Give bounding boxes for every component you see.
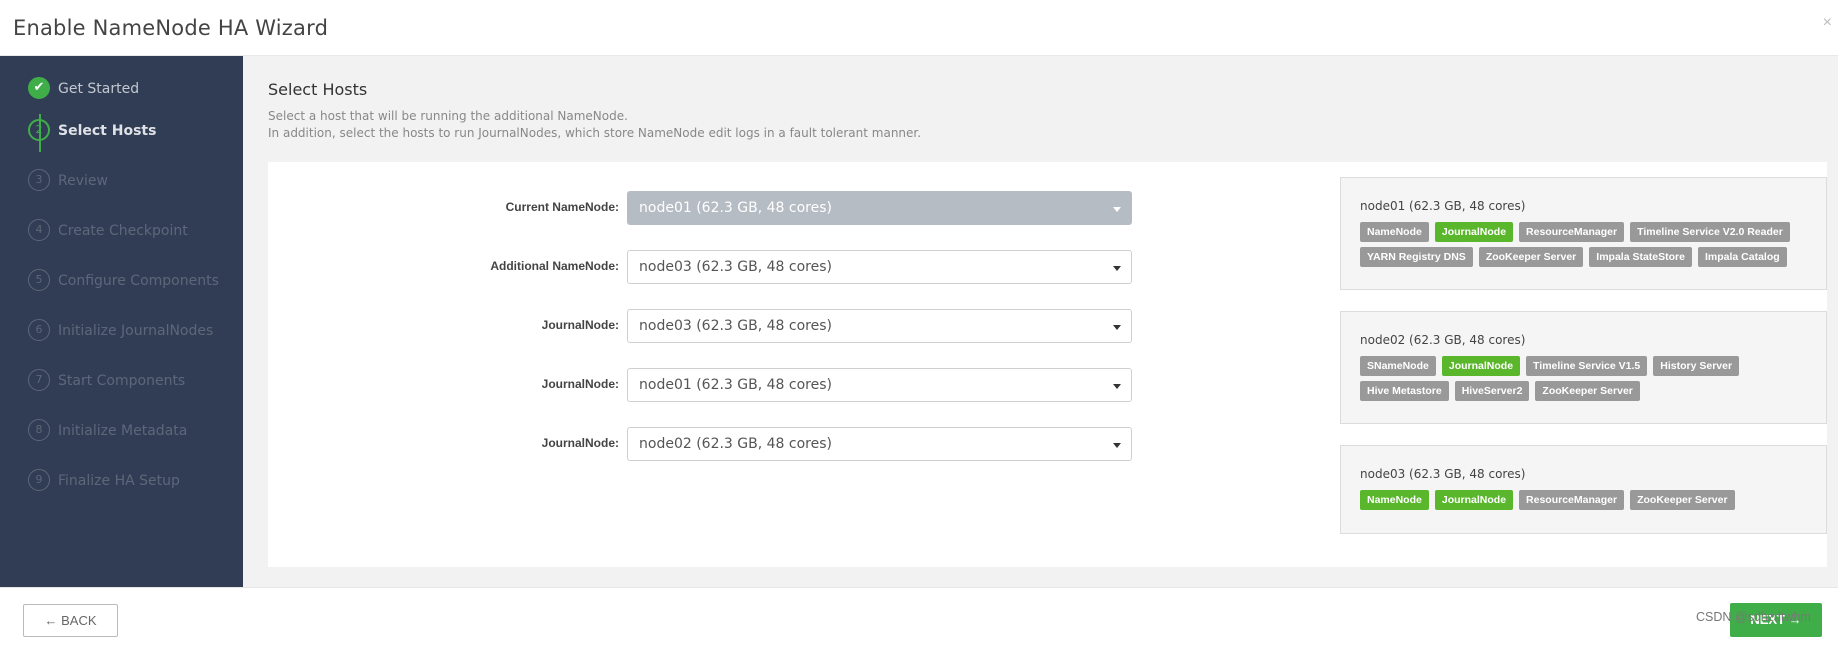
component-tag: SNameNode [1360, 356, 1436, 376]
component-tag: Timeline Service V2.0 Reader [1630, 222, 1790, 242]
host-name: node01 (62.3 GB, 48 cores) [1360, 199, 1526, 213]
step-number: 7 [28, 369, 50, 391]
component-tag: JournalNode [1434, 222, 1514, 242]
wizard-header: Enable NameNode HA Wizard × [0, 0, 1838, 56]
component-tag: ZooKeeper Server [1630, 490, 1735, 510]
page-title: Select Hosts [268, 80, 368, 99]
step-start-components: 7 Start Components [28, 369, 243, 393]
component-tag: NameNode [1360, 490, 1429, 510]
chevron-down-icon [1113, 443, 1121, 448]
step-create-checkpoint: 4 Create Checkpoint [28, 219, 243, 243]
step-review: 3 Review [28, 169, 243, 193]
component-tag: ZooKeeper Server [1535, 381, 1640, 401]
component-tag: Hive Metastore [1360, 381, 1449, 401]
journalnode-label: JournalNode: [541, 436, 619, 450]
step-label: Finalize HA Setup [58, 473, 180, 489]
component-tags: NameNode JournalNode ResourceManager Zoo… [1360, 490, 1820, 515]
component-tag: JournalNode [1441, 356, 1521, 376]
journalnode-label: JournalNode: [541, 377, 619, 391]
select-value: node02 (62.3 GB, 48 cores) [639, 436, 832, 452]
step-number: 6 [28, 319, 50, 341]
step-initialize-journalnodes: 6 Initialize JournalNodes [28, 319, 243, 343]
component-tag: HiveServer2 [1454, 381, 1530, 401]
host-selection-panel: Current NameNode: node01 (62.3 GB, 48 co… [268, 162, 1827, 567]
component-tag: ZooKeeper Server [1478, 247, 1584, 267]
step-finalize-ha-setup: 9 Finalize HA Setup [28, 469, 243, 493]
step-label: Get Started [58, 81, 140, 97]
component-tag: Impala StateStore [1589, 247, 1692, 267]
wizard-footer: ← BACK NEXT → CSDN @sdhzdtwhm [0, 587, 1838, 645]
step-number: 5 [28, 269, 50, 291]
chevron-down-icon [1113, 207, 1121, 212]
step-label: Initialize JournalNodes [58, 323, 214, 339]
step-label: Select Hosts [58, 123, 157, 139]
host-card-node02: node02 (62.3 GB, 48 cores) SNameNode Jou… [1340, 311, 1827, 424]
wizard-title: Enable NameNode HA Wizard [13, 16, 329, 40]
additional-namenode-label: Additional NameNode: [490, 259, 619, 273]
step-number: 4 [28, 219, 50, 241]
select-value: node01 (62.3 GB, 48 cores) [639, 377, 832, 393]
component-tag: JournalNode [1434, 490, 1514, 510]
back-button[interactable]: ← BACK [23, 604, 118, 637]
component-tags: NameNode JournalNode ResourceManager Tim… [1360, 222, 1820, 272]
step-number: 3 [28, 169, 50, 191]
component-tag: ResourceManager [1519, 222, 1625, 242]
additional-namenode-select[interactable]: node03 (62.3 GB, 48 cores) [627, 250, 1132, 284]
host-card-node01: node01 (62.3 GB, 48 cores) NameNode Jour… [1340, 177, 1827, 290]
step-label: Initialize Metadata [58, 423, 188, 439]
page-description-line-1: Select a host that will be running the a… [268, 109, 628, 123]
watermark: CSDN @sdhzdtwhm [1696, 610, 1811, 624]
chevron-down-icon [1113, 325, 1121, 330]
component-tags: SNameNode JournalNode Timeline Service V… [1360, 356, 1820, 406]
component-tag: YARN Registry DNS [1360, 247, 1473, 267]
chevron-down-icon [1113, 266, 1121, 271]
select-value: node01 (62.3 GB, 48 cores) [639, 200, 832, 216]
host-name: node03 (62.3 GB, 48 cores) [1360, 467, 1526, 481]
step-number: 9 [28, 469, 50, 491]
current-namenode-select: node01 (62.3 GB, 48 cores) [627, 191, 1132, 225]
component-tag: NameNode [1360, 222, 1429, 242]
main-content: Select Hosts Select a host that will be … [243, 56, 1838, 587]
step-select-hosts[interactable]: 2 Select Hosts [28, 119, 243, 143]
journalnode-select-3[interactable]: node02 (62.3 GB, 48 cores) [627, 427, 1132, 461]
step-number: 2 [28, 119, 50, 141]
component-tag: Timeline Service V1.5 [1526, 356, 1648, 376]
journalnode-select-2[interactable]: node01 (62.3 GB, 48 cores) [627, 368, 1132, 402]
component-tag: History Server [1653, 356, 1740, 376]
step-label: Start Components [58, 373, 186, 389]
wizard-steps-sidebar: ✔ Get Started 2 Select Hosts 3 Review 4 … [0, 56, 243, 587]
component-tag: ResourceManager [1519, 490, 1625, 510]
close-icon[interactable]: × [1823, 14, 1832, 32]
step-label: Review [58, 173, 108, 189]
select-value: node03 (62.3 GB, 48 cores) [639, 318, 832, 334]
step-configure-components: 5 Configure Components [28, 269, 243, 293]
host-name: node02 (62.3 GB, 48 cores) [1360, 333, 1526, 347]
check-icon: ✔ [28, 77, 50, 99]
step-initialize-metadata: 8 Initialize Metadata [28, 419, 243, 443]
host-card-node03: node03 (62.3 GB, 48 cores) NameNode Jour… [1340, 445, 1827, 534]
journalnode-label: JournalNode: [541, 318, 619, 332]
step-label: Create Checkpoint [58, 223, 188, 239]
step-number: 8 [28, 419, 50, 441]
current-namenode-label: Current NameNode: [505, 200, 619, 214]
step-label: Configure Components [58, 273, 219, 289]
select-value: node03 (62.3 GB, 48 cores) [639, 259, 832, 275]
page-description-line-2: In addition, select the hosts to run Jou… [268, 126, 922, 140]
component-tag: Impala Catalog [1697, 247, 1787, 267]
step-get-started[interactable]: ✔ Get Started [28, 77, 243, 101]
journalnode-select-1[interactable]: node03 (62.3 GB, 48 cores) [627, 309, 1132, 343]
chevron-down-icon [1113, 384, 1121, 389]
